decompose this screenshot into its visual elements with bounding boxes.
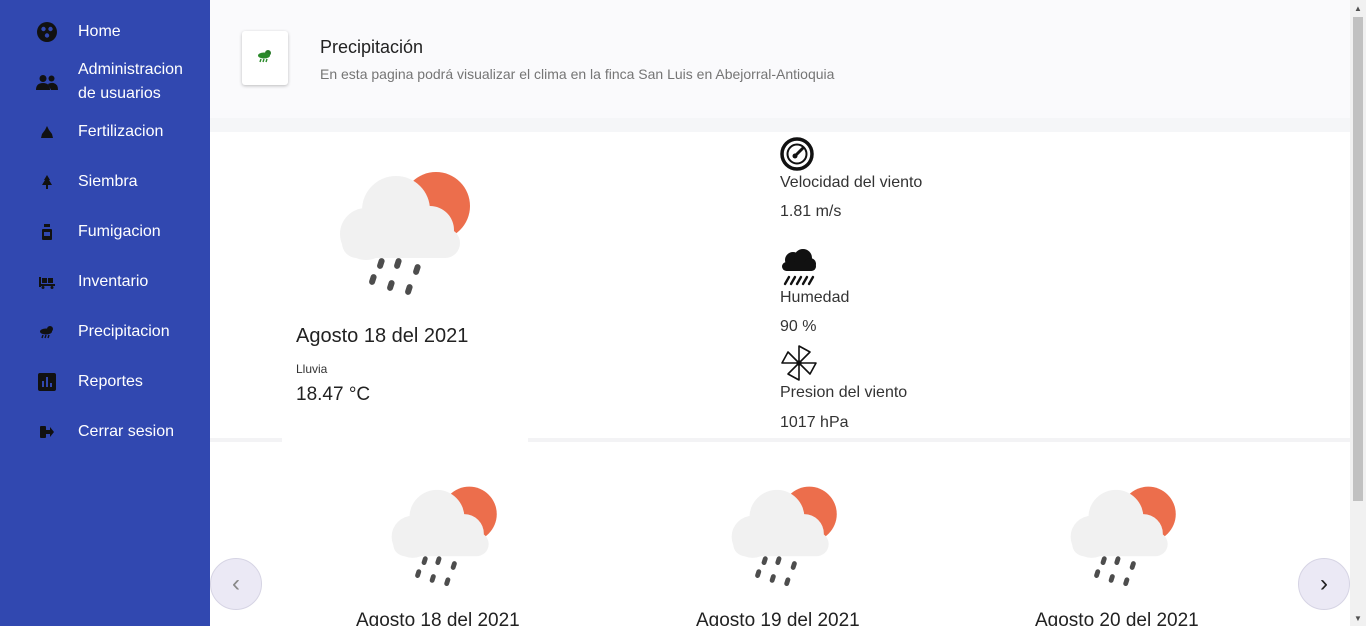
current-weather-card: Agosto 18 del 2021 Lluvia 18.47 °C Veloc… <box>210 132 1350 440</box>
sidebar-item-label: Cerrar sesion <box>78 423 175 440</box>
scroll-up-arrow-icon[interactable]: ▲ <box>1350 0 1366 16</box>
current-condition: Lluvia <box>296 362 328 376</box>
rain-icon <box>257 49 273 68</box>
sidebar-item-label: Fumigacion <box>78 223 161 240</box>
section-separator <box>210 118 1350 132</box>
sidebar-item-precipitacion[interactable]: Precipitacion <box>0 320 210 344</box>
sidebar-item-label-line2: de usuarios <box>78 85 161 102</box>
humidity-value: 90 % <box>780 318 817 335</box>
plant-icon <box>36 171 58 193</box>
sidebar-item-label: Siembra <box>78 173 138 190</box>
page-header: Precipitación En esta pagina podrá visua… <box>210 0 1350 118</box>
rain-cloud-icon <box>780 248 818 291</box>
scroll-down-arrow-icon[interactable]: ▼ <box>1350 610 1366 626</box>
vertical-scrollbar[interactable]: ▲ ▼ <box>1350 0 1366 626</box>
sidebar-item-label: Reportes <box>78 373 143 390</box>
page-title: Precipitación <box>320 37 424 57</box>
wind-speed-label: Velocidad del viento <box>780 174 923 191</box>
forecast-date: Agosto 19 del 2021 <box>696 610 860 626</box>
rain-icon <box>36 321 58 343</box>
fertilizer-icon <box>36 121 58 143</box>
sidebar-item-inventario[interactable]: Inventario <box>0 270 210 294</box>
scroll-thumb[interactable] <box>1353 17 1363 501</box>
wind-speed-value: 1.81 m/s <box>780 203 842 220</box>
sidebar-item-reportes[interactable]: Reportes <box>0 370 210 394</box>
sidebar-item-users[interactable]: Administracion de usuarios <box>0 58 210 106</box>
inventory-icon <box>36 271 58 293</box>
home-icon <box>36 21 58 43</box>
carousel-next-button[interactable]: › <box>1298 558 1350 610</box>
sidebar-item-label: Fertilizacion <box>78 123 164 140</box>
sidebar-item-fertilizacion[interactable]: Fertilizacion <box>0 120 210 144</box>
carousel-prev-button[interactable]: ‹ <box>210 558 262 610</box>
sidebar-item-cerrar-sesion[interactable]: Cerrar sesion <box>0 420 210 444</box>
current-date: Agosto 18 del 2021 <box>296 325 469 347</box>
sidebar-item-label: Administracion <box>78 61 183 78</box>
pressure-value: 1017 hPa <box>780 414 849 431</box>
page-subtitle: En esta pagina podrá visualizar el clima… <box>320 66 835 82</box>
users-icon <box>36 71 58 93</box>
sidebar-item-label: Home <box>78 23 121 40</box>
chevron-left-icon: ‹ <box>232 570 240 597</box>
logout-icon <box>36 421 58 443</box>
sidebar-item-fumigacion[interactable]: Fumigacion <box>0 220 210 244</box>
divider-gap <box>282 438 528 442</box>
speedometer-icon <box>780 137 814 176</box>
pinwheel-icon <box>780 344 818 387</box>
forecast-date: Agosto 20 del 2021 <box>1035 610 1199 626</box>
sidebar-item-label: Inventario <box>78 273 149 290</box>
sidebar: Home Administracion de usuarios Fertiliz… <box>0 0 210 626</box>
current-temperature: 18.47 °C <box>296 384 371 405</box>
humidity-label: Humedad <box>780 289 850 306</box>
pressure-label: Presion del viento <box>780 384 908 401</box>
forecast-date: Agosto 18 del 2021 <box>356 610 520 626</box>
rain-sun-weather-icon <box>338 168 474 303</box>
chart-icon <box>36 371 58 393</box>
sidebar-item-siembra[interactable]: Siembra <box>0 170 210 194</box>
spray-icon <box>36 221 58 243</box>
sidebar-item-label: Precipitacion <box>78 323 170 340</box>
page-icon-card <box>242 31 288 85</box>
chevron-right-icon: › <box>1320 570 1328 597</box>
sidebar-item-home[interactable]: Home <box>0 20 210 44</box>
main-content: Precipitación En esta pagina podrá visua… <box>210 0 1350 626</box>
